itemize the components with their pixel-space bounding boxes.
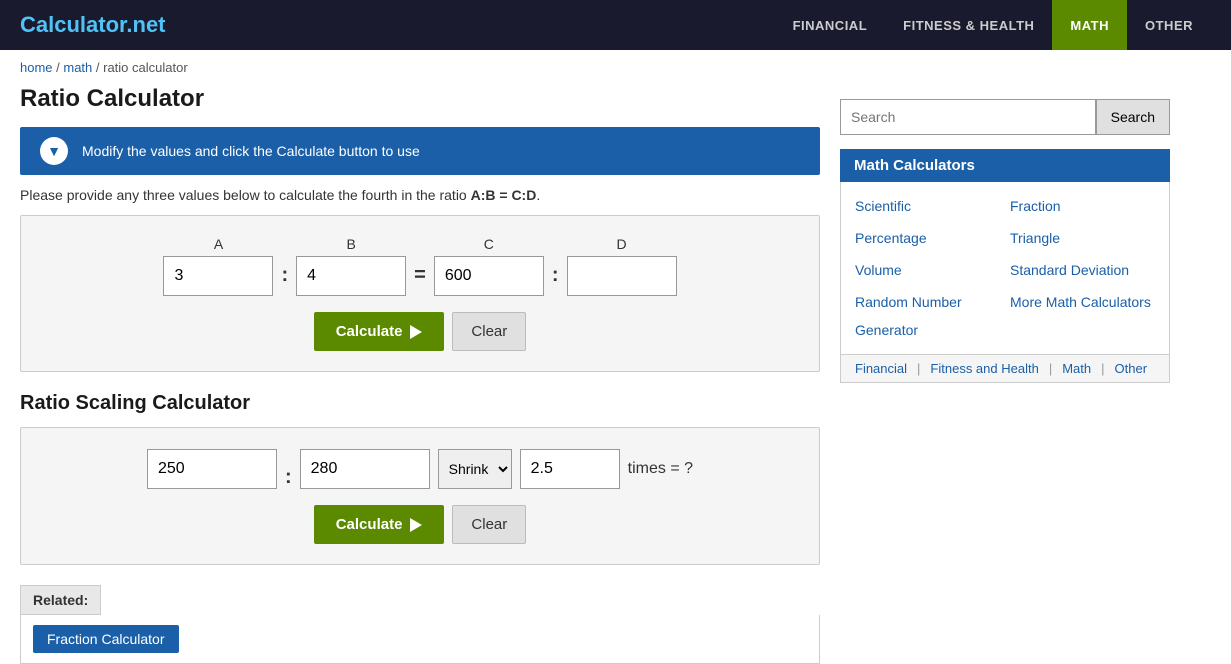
footer-link-fitness[interactable]: Fitness and Health: [930, 361, 1038, 376]
input-group-b: B: [296, 236, 406, 296]
scaling-calculate-button[interactable]: Calculate: [314, 505, 445, 544]
link-triangle[interactable]: Triangle: [1010, 224, 1155, 252]
clear-button[interactable]: Clear: [452, 312, 526, 351]
label-c: C: [484, 236, 494, 252]
link-scientific[interactable]: Scientific: [855, 192, 1000, 220]
ratio-btn-row: Calculate Clear: [41, 312, 799, 351]
scaling-clear-button[interactable]: Clear: [452, 505, 526, 544]
footer-link-other[interactable]: Other: [1115, 361, 1148, 376]
link-volume[interactable]: Volume: [855, 256, 1000, 284]
math-calc-body: Scientific Fraction Percentage Triangle …: [840, 182, 1170, 355]
calculate-label: Calculate: [336, 323, 403, 340]
sidebar: Search Math Calculators Scientific Fract…: [840, 85, 1170, 664]
sidebar-footer-links: Financial | Fitness and Health | Math | …: [840, 355, 1170, 383]
calculate-button[interactable]: Calculate: [314, 312, 445, 351]
input-c[interactable]: [434, 256, 544, 296]
info-bar-icon: [40, 137, 68, 165]
footer-link-financial[interactable]: Financial: [855, 361, 907, 376]
info-bar: Modify the values and click the Calculat…: [20, 127, 820, 175]
logo-text: Calculator: [20, 12, 126, 37]
breadcrumb: home / math / ratio calculator: [0, 50, 1231, 85]
search-button[interactable]: Search: [1096, 99, 1170, 135]
sep-ab: :: [281, 246, 288, 287]
info-bar-text: Modify the values and click the Calculat…: [82, 143, 420, 159]
link-random-number[interactable]: Random Number Generator: [855, 288, 1000, 344]
logo: Calculator.net: [20, 12, 166, 38]
search-row: Search: [840, 99, 1170, 135]
scaling-calculate-label: Calculate: [336, 516, 403, 533]
nav-financial[interactable]: FINANCIAL: [775, 0, 886, 50]
play-icon: [410, 325, 422, 339]
link-more-math[interactable]: More Math Calculators: [1010, 288, 1155, 344]
breadcrumb-home[interactable]: home: [20, 60, 53, 75]
math-calc-grid: Scientific Fraction Percentage Triangle …: [855, 192, 1155, 344]
sep-1: |: [917, 361, 920, 376]
related-label: Related:: [20, 585, 101, 615]
link-percentage[interactable]: Percentage: [855, 224, 1000, 252]
ratio-calculator-box: A : B = C : D: [20, 215, 820, 372]
instruction-text: Please provide any three values below to…: [20, 187, 820, 203]
eq-sign: =: [414, 246, 426, 287]
input-group-d: D: [567, 236, 677, 296]
input-group-a: A: [163, 236, 273, 296]
nav-math[interactable]: MATH: [1052, 0, 1127, 50]
scaling-title: Ratio Scaling Calculator: [20, 392, 820, 415]
scaling-result-input[interactable]: [520, 449, 620, 489]
related-section: Related: Fraction Calculator: [20, 585, 820, 664]
scaling-sep: :: [285, 448, 292, 489]
scaling-operation-select[interactable]: Grow Shrink: [438, 449, 512, 489]
times-text: times = ?: [628, 460, 693, 478]
scaling-calculator-box: : Grow Shrink times = ? Calculate Clear: [20, 427, 820, 565]
main-nav: FINANCIAL FITNESS & HEALTH MATH OTHER: [775, 0, 1211, 50]
nav-other[interactable]: OTHER: [1127, 0, 1211, 50]
sep-cd: :: [552, 246, 559, 287]
sep-2: |: [1049, 361, 1052, 376]
label-d: D: [616, 236, 626, 252]
scaling-input-left[interactable]: [147, 449, 277, 489]
search-input[interactable]: [840, 99, 1096, 135]
sep-3: |: [1101, 361, 1104, 376]
header: Calculator.net FINANCIAL FITNESS & HEALT…: [0, 0, 1231, 50]
label-b: B: [346, 236, 355, 252]
input-d[interactable]: [567, 256, 677, 296]
scaling-input-row: : Grow Shrink times = ?: [41, 448, 799, 489]
scaling-btn-row: Calculate Clear: [41, 505, 799, 544]
input-b[interactable]: [296, 256, 406, 296]
scaling-play-icon: [410, 518, 422, 532]
input-a[interactable]: [163, 256, 273, 296]
logo-net: net: [133, 12, 166, 37]
label-a: A: [214, 236, 223, 252]
footer-link-math[interactable]: Math: [1062, 361, 1091, 376]
page-title: Ratio Calculator: [20, 85, 820, 113]
link-fraction[interactable]: Fraction: [1010, 192, 1155, 220]
main-container: Ratio Calculator Modify the values and c…: [0, 85, 1231, 664]
ratio-input-row: A : B = C : D: [41, 236, 799, 296]
breadcrumb-current: ratio calculator: [103, 60, 188, 75]
math-calc-header: Math Calculators: [840, 149, 1170, 182]
related-fraction-calculator[interactable]: Fraction Calculator: [33, 625, 179, 653]
formula-text: A:B = C:D: [471, 187, 537, 203]
scaling-input-right[interactable]: [300, 449, 430, 489]
content-area: Ratio Calculator Modify the values and c…: [20, 85, 820, 664]
input-group-c: C: [434, 236, 544, 296]
related-links: Fraction Calculator: [20, 615, 820, 664]
nav-fitness[interactable]: FITNESS & HEALTH: [885, 0, 1052, 50]
breadcrumb-math[interactable]: math: [63, 60, 92, 75]
link-standard-deviation[interactable]: Standard Deviation: [1010, 256, 1155, 284]
